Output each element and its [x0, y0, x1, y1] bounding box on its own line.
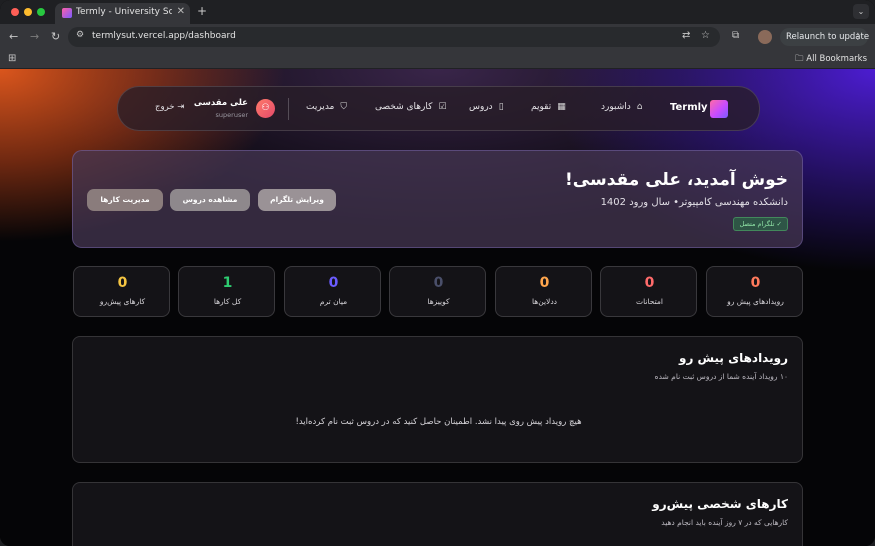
stat-card-deadlines[interactable]: 0 ددلاین‌ها — [495, 266, 592, 317]
nav-divider — [288, 98, 289, 120]
nav-item-calendar[interactable]: تقویم ▦ — [531, 102, 566, 112]
stat-label: کوییزها — [427, 297, 450, 306]
profile-avatar[interactable] — [758, 30, 772, 44]
welcome-card: خوش آمدید، علی مقدسی! دانشکده مهندسی کام… — [72, 150, 803, 248]
nav-item-label: تقویم — [531, 102, 552, 112]
stat-value: 0 — [433, 275, 444, 291]
stat-label: امتحانات — [636, 297, 663, 306]
welcome-subtitle: دانشکده مهندسی کامپیوتر• سال ورود 1402 — [600, 197, 788, 208]
close-tab-icon[interactable]: ✕ — [177, 6, 185, 17]
forward-icon[interactable]: → — [30, 30, 39, 43]
browser-toolbar: ← → ↻ ⚙ termlysut.vercel.app/dashboard ⇄… — [0, 24, 875, 50]
site-info-icon[interactable]: ⚙ — [76, 30, 84, 40]
stat-card-midterms[interactable]: 0 میان ترم — [284, 266, 381, 317]
stat-card-upcoming-events[interactable]: 0 رویدادهای پیش رو — [706, 266, 803, 317]
panel-subtitle: ۱۰ رویداد آینده شما از دروس ثبت نام شده — [654, 372, 788, 381]
panel-title: رویدادهای پیش رو — [679, 351, 788, 365]
reload-icon[interactable]: ↻ — [51, 30, 60, 43]
nav-item-label: داشبورد — [601, 102, 631, 112]
logout-label: خروج — [155, 102, 175, 112]
browser-window: Termly - University Schedule ✕ + ⌄ ← → ↻… — [0, 0, 875, 546]
tab-title: Termly - University Schedule — [76, 7, 172, 17]
address-bar[interactable]: ⚙ termlysut.vercel.app/dashboard ⇄ ☆ — [68, 27, 720, 47]
all-bookmarks-label: All Bookmarks — [806, 54, 867, 64]
nav-item-label: کارهای شخصی — [375, 102, 433, 112]
calendar-icon: ▦ — [557, 102, 566, 112]
welcome-title: خوش آمدید، علی مقدسی! — [565, 170, 788, 190]
upcoming-events-panel: رویدادهای پیش رو ۱۰ رویداد آینده شما از … — [72, 336, 803, 463]
manage-tasks-button[interactable]: مدیریت کارها — [87, 189, 163, 211]
stat-value: 1 — [222, 275, 233, 291]
page-content: Termly داشبورد ⌂ تقویم ▦ دروس ▯ کارهای شخصی… — [0, 69, 875, 546]
user-name: علی مقدسی — [193, 98, 248, 108]
stat-label: رویدادهای پیش رو — [727, 297, 784, 306]
nav-item-label: دروس — [469, 102, 493, 112]
stat-card-quizzes[interactable]: 0 کوییزها — [389, 266, 486, 317]
nav-item-admin[interactable]: مدیریت ⛉ — [306, 102, 347, 112]
stat-value: 0 — [117, 275, 128, 291]
nav-item-label: مدیریت — [306, 102, 335, 112]
tab-search-icon[interactable]: ⌄ — [853, 4, 869, 19]
telegram-status-badge: ✓ تلگرام متصل — [733, 217, 788, 231]
home-icon: ⌂ — [636, 102, 643, 112]
brand-name[interactable]: Termly — [670, 102, 708, 113]
stat-card-total-tasks[interactable]: 1 کل کارها — [178, 266, 275, 317]
tab-bar: Termly - University Schedule ✕ + ⌄ — [0, 0, 875, 24]
stat-card-upcoming-tasks[interactable]: 0 کارهای پیش‌رو — [73, 266, 170, 317]
logout-button[interactable]: خروج ⇥ — [155, 102, 184, 112]
check-square-icon: ☑ — [438, 102, 447, 112]
bookmark-star-icon[interactable]: ☆ — [701, 30, 710, 41]
more-menu-icon[interactable]: ⋮ — [854, 28, 863, 46]
maximize-window-button[interactable] — [37, 8, 45, 16]
stat-card-exams[interactable]: 0 امتحانات — [600, 266, 697, 317]
close-window-button[interactable] — [11, 8, 19, 16]
folder-icon: 🗀 — [795, 54, 804, 64]
favicon-icon — [62, 8, 72, 18]
url-text: termlysut.vercel.app/dashboard — [92, 31, 236, 41]
nav-item-personal-tasks[interactable]: کارهای شخصی ☑ — [375, 102, 447, 112]
book-icon: ▯ — [498, 102, 504, 112]
user-role: superuser — [215, 111, 248, 119]
extensions-icon[interactable]: ⧉ — [732, 30, 739, 41]
upcoming-tasks-panel: کارهای شخصی پیش‌رو کارهایی که در ۷ روز آ… — [72, 482, 803, 546]
empty-state-message: هیچ رویداد پیش روی پیدا نشد. اطمینان حاص… — [295, 417, 582, 427]
stat-label: ددلاین‌ها — [532, 297, 557, 306]
view-courses-button[interactable]: مشاهده دروس — [170, 189, 250, 211]
brand-logo-icon[interactable] — [710, 100, 728, 118]
nav-item-dashboard[interactable]: داشبورد ⌂ — [601, 102, 643, 112]
stat-label: میان ترم — [319, 297, 348, 306]
user-avatar[interactable]: ⚇ — [256, 99, 275, 118]
minimize-window-button[interactable] — [24, 8, 32, 16]
stat-label: کل کارها — [213, 297, 242, 306]
stat-value: 0 — [539, 275, 550, 291]
panel-title: کارهای شخصی پیش‌رو — [652, 497, 788, 511]
browser-tab[interactable]: Termly - University Schedule ✕ — [55, 3, 190, 24]
shield-icon: ⛉ — [340, 102, 348, 112]
stat-value: 0 — [750, 275, 761, 291]
all-bookmarks[interactable]: 🗀 All Bookmarks — [795, 53, 867, 67]
relaunch-button[interactable]: Relaunch to update ⋮ — [780, 28, 869, 46]
panel-subtitle: کارهایی که در ۷ روز آینده باید انجام دهی… — [661, 518, 788, 527]
translate-icon[interactable]: ⇄ — [682, 30, 690, 41]
stat-value: 0 — [644, 275, 655, 291]
edit-telegram-button[interactable]: ویرایش تلگرام — [258, 189, 336, 211]
top-navigation: Termly داشبورد ⌂ تقویم ▦ دروس ▯ کارهای شخصی… — [117, 86, 760, 131]
new-tab-icon[interactable]: + — [197, 4, 207, 18]
back-icon[interactable]: ← — [9, 30, 18, 43]
logout-icon: ⇥ — [177, 102, 185, 112]
apps-grid-icon[interactable]: ⊞ — [8, 53, 16, 64]
stat-value: 0 — [328, 275, 339, 291]
nav-item-courses[interactable]: دروس ▯ — [469, 102, 504, 112]
stat-label: کارهای پیش‌رو — [99, 297, 146, 306]
bookmarks-bar: ⊞ 🗀 All Bookmarks — [0, 50, 875, 69]
